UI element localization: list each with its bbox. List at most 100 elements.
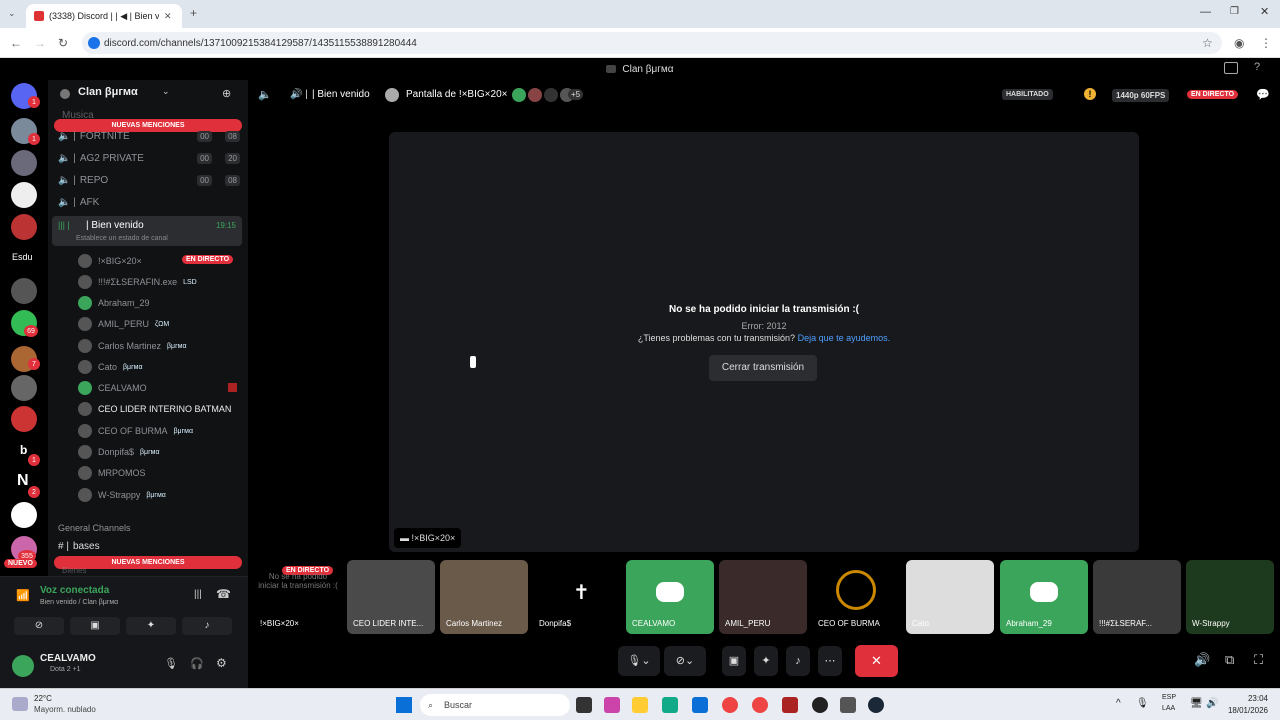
channel-bienes[interactable]: Bienes (58, 566, 86, 575)
member-row[interactable]: Donpifa$ βμгмα (78, 445, 160, 459)
mic-toggle-button[interactable]: 🎙⌄ (618, 646, 660, 676)
enabled-badge[interactable]: HABILITADO (1002, 89, 1053, 100)
activities-button[interactable]: ✦ (126, 617, 176, 635)
noise-icon[interactable]: ||| (194, 589, 202, 600)
close-window-icon[interactable]: ✕ (1260, 5, 1269, 18)
dota-icon[interactable] (782, 697, 798, 713)
restore-icon[interactable]: ❐ (1230, 6, 1239, 17)
url-field[interactable]: discord.com/channels/1371009215384129587… (82, 32, 1222, 54)
minimize-icon[interactable]: — (1200, 6, 1211, 18)
reload-icon[interactable]: ↻ (58, 36, 68, 50)
copilot-icon[interactable] (604, 697, 620, 713)
add-member-icon[interactable]: ⊕ (222, 87, 231, 100)
quality-badge[interactable]: 1440p 60FPS (1112, 89, 1170, 102)
voice-connected[interactable]: Voz conectada (40, 585, 109, 596)
tray-arrow-icon[interactable]: ^ (1116, 698, 1121, 709)
camera-off-button[interactable]: ⊘ (14, 617, 64, 635)
language-layout[interactable]: LAA (1162, 705, 1175, 712)
mic-icon[interactable]: 🎙 (164, 657, 178, 670)
chrome-icon[interactable] (722, 697, 738, 713)
active-channel-row[interactable]: ||| | | Bien venido 19:15 Establece un e… (52, 216, 242, 246)
member-row[interactable]: CEALVAMO (78, 381, 147, 395)
disconnect-icon[interactable]: ☎ (216, 587, 231, 601)
leave-call-button[interactable]: ✕ (855, 645, 898, 677)
member-row[interactable]: !!!#ΣŁSERAFIN.exe LSD (78, 275, 197, 289)
game-icon[interactable] (840, 697, 856, 713)
weather-temp[interactable]: 22°C (34, 694, 52, 703)
activities-button[interactable]: ✦ (754, 646, 778, 676)
server-label-b[interactable]: b (20, 443, 27, 457)
channel-bases[interactable]: # | bases (58, 541, 100, 552)
windows-start-icon[interactable] (396, 697, 412, 713)
browser-menu-icon[interactable]: ⋮ (1260, 36, 1272, 50)
user-name[interactable]: CEALVAMO (40, 653, 96, 664)
profile-icon[interactable]: ◉ (1234, 36, 1244, 50)
chat-icon[interactable]: 💬 (1256, 88, 1270, 101)
edge-icon[interactable] (662, 697, 678, 713)
clock-date[interactable]: 18/01/2026 (1228, 706, 1268, 715)
server-icon-3[interactable] (11, 182, 37, 208)
back-icon[interactable]: ← (10, 36, 22, 50)
tab-menu-icon[interactable]: ⌄ (8, 8, 16, 19)
steam-icon[interactable] (868, 697, 884, 713)
server-label-n[interactable]: N (17, 472, 29, 490)
clock-time[interactable]: 23:04 (1248, 694, 1268, 703)
speaker-tray-icon[interactable]: 🔊 (1206, 698, 1218, 709)
weather-icon[interactable] (12, 697, 28, 711)
participant-tile[interactable]: EN DIRECTO No se ha podido iniciar la tr… (254, 560, 342, 634)
popout-icon[interactable]: ⧉ (1225, 652, 1234, 668)
server-name[interactable]: Clan βμгмα (78, 86, 138, 98)
chevron-down-icon[interactable]: ⌄ (162, 86, 170, 97)
volume-icon[interactable]: 🔊 (1194, 652, 1210, 668)
camera-toggle-button[interactable]: ⊘⌄ (664, 646, 706, 676)
weather-desc[interactable]: Mayorm. nublado (34, 705, 96, 714)
channel-repo[interactable]: 🔈 | REPO (58, 175, 108, 186)
channel-fortnite[interactable]: 🔈 | FORTNITE (58, 131, 130, 142)
volume-icon[interactable]: 🔈 (258, 88, 272, 101)
bookmark-star-icon[interactable]: ☆ (1202, 36, 1213, 50)
server-icon-4[interactable] (11, 214, 37, 240)
help-icon[interactable]: ? (1254, 61, 1260, 73)
participant-tile[interactable]: ✝ Donpifa$ (533, 560, 621, 634)
site-info-icon[interactable] (88, 37, 100, 49)
server-icon-5[interactable] (11, 278, 37, 304)
server-icon-2[interactable] (11, 150, 37, 176)
more-options-button[interactable]: ⋯ (818, 646, 842, 676)
taskbar-search[interactable]: ⌕ Buscar (420, 694, 570, 716)
member-row[interactable]: CEO OF BURMA βμгмα (78, 424, 193, 438)
close-tab-icon[interactable]: ✕ (164, 11, 172, 22)
tray-mic-icon[interactable]: 🎙 (1136, 698, 1149, 709)
user-avatar[interactable] (12, 655, 34, 677)
participant-tile[interactable]: Carlos Martinez (440, 560, 528, 634)
participant-tile[interactable]: Abraham_29 (1000, 560, 1088, 634)
help-link[interactable]: Deja que te ayudemos. (798, 333, 891, 343)
server-icon-8[interactable] (11, 375, 37, 401)
member-row[interactable]: AMIL_PERU ζΩΜ (78, 317, 169, 331)
task-view-icon[interactable] (576, 697, 592, 713)
close-stream-button[interactable]: Cerrar transmisión (709, 355, 817, 381)
server-icon-10[interactable] (11, 502, 37, 528)
fullscreen-icon[interactable]: ⛶ (1254, 652, 1263, 668)
warning-icon[interactable]: ! (1084, 88, 1096, 100)
participant-tile[interactable]: W-Strappy (1186, 560, 1274, 634)
language[interactable]: ESP (1162, 694, 1176, 701)
participant-tile[interactable]: CEO LIDER INTE... (347, 560, 435, 634)
server-icon-9[interactable] (11, 406, 37, 432)
participant-tile[interactable]: Cato (906, 560, 994, 634)
member-row[interactable]: Cato βμгмα (78, 360, 143, 374)
headphones-icon[interactable]: 🎧 (190, 657, 204, 670)
member-row[interactable]: !×BIG×20× (78, 254, 142, 268)
inbox-icon[interactable] (1224, 62, 1238, 74)
network-icon[interactable]: 🖥 (1190, 698, 1203, 709)
extra-viewers[interactable]: +5 (568, 89, 584, 100)
participant-tile[interactable]: AMIL_PERU (719, 560, 807, 634)
participant-tile[interactable]: !!!#ΣŁSERAF... (1093, 560, 1181, 634)
channel-afk[interactable]: 🔈 | AFK (58, 197, 99, 208)
category-general[interactable]: General Channels (58, 523, 131, 533)
channel-ag2-private[interactable]: 🔈 | AG2 PRIVATE (58, 153, 144, 164)
screen-share-button[interactable]: ▣ (70, 617, 120, 635)
settings-gear-icon[interactable]: ⚙ (216, 656, 227, 670)
member-row[interactable]: Carlos Martinez βμгмα (78, 339, 187, 353)
member-row[interactable]: W-Strappy βμгмα (78, 488, 166, 502)
share-screen-button[interactable]: ▣ (722, 646, 746, 676)
